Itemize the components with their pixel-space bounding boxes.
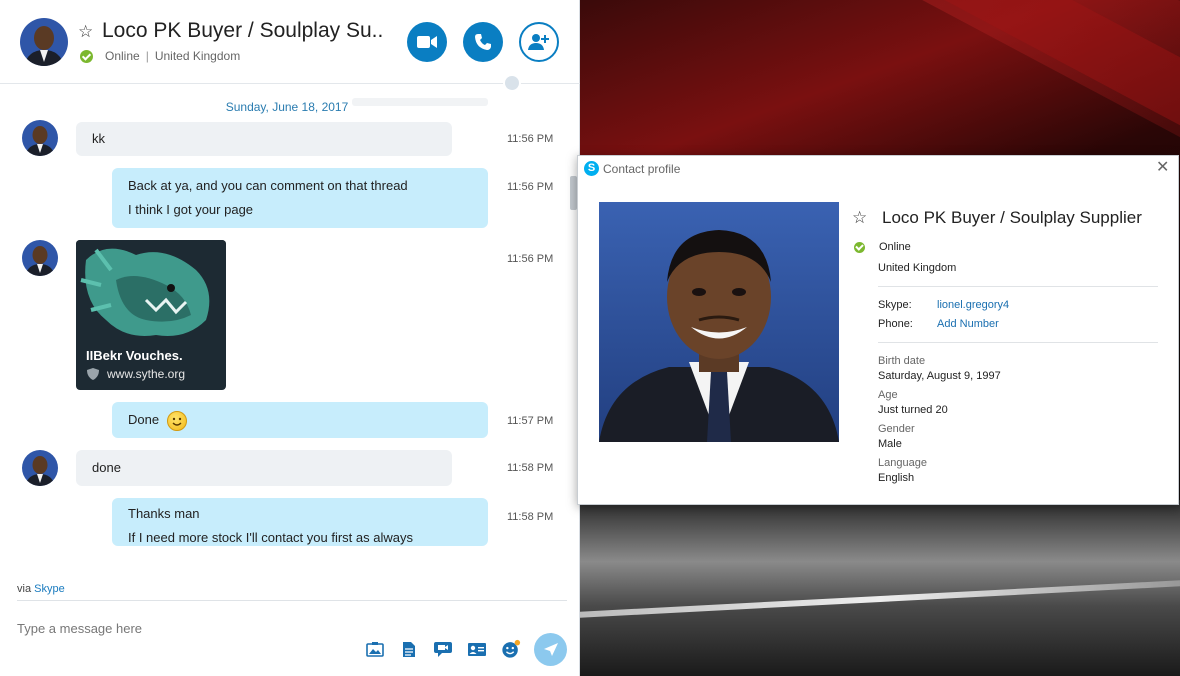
profile-photo — [599, 202, 839, 442]
message-bubble-incoming[interactable]: done — [76, 450, 452, 486]
voice-call-button[interactable] — [463, 22, 503, 62]
close-icon[interactable]: ✕ — [1156, 160, 1169, 176]
dragon-logo-image — [76, 240, 226, 350]
contact-name[interactable]: Loco PK Buyer / Soulplay Su... — [102, 19, 384, 43]
add-number-link[interactable]: Add Number — [937, 318, 999, 330]
chat-window: ☆ Loco PK Buyer / Soulplay Su... Online … — [0, 0, 580, 676]
message-text: Thanks man — [128, 506, 200, 521]
gender-value: Male — [878, 438, 902, 450]
scrollbar-thumb[interactable] — [570, 176, 577, 210]
add-people-icon — [528, 34, 549, 50]
profile-phone-row: Phone: Add Number — [878, 318, 999, 330]
link-card-site: www.sythe.org — [86, 367, 185, 381]
message-bubble-outgoing[interactable]: Back at ya, and you can comment on that … — [112, 168, 488, 228]
age-label: Age — [878, 389, 898, 401]
message-avatar — [22, 240, 58, 276]
status-text: Online — [105, 49, 140, 63]
profile-status: Online — [854, 241, 911, 253]
emoticon-icon — [502, 639, 521, 658]
globe-icon — [503, 74, 521, 92]
contact-status: Online | United Kingdom — [80, 49, 240, 63]
via-skype-link[interactable]: Skype — [34, 583, 65, 595]
link-card-url: www.sythe.org — [107, 367, 186, 381]
favorite-star-icon[interactable]: ☆ — [852, 208, 867, 228]
status-separator: | — [145, 49, 149, 63]
gender-label: Gender — [878, 423, 915, 435]
message-input[interactable] — [17, 618, 347, 638]
send-file-icon — [403, 641, 415, 657]
add-people-button[interactable] — [519, 22, 559, 62]
message-time: 11:58 PM — [507, 511, 554, 523]
send-photo-icon — [366, 642, 384, 657]
link-card-title: IIBekr Vouches. — [86, 348, 183, 363]
online-status-icon — [854, 241, 865, 253]
profile-skype-row: Skype: lionel.gregory4 — [878, 299, 1009, 311]
message-avatar — [22, 120, 58, 156]
message-bubble-incoming[interactable]: kk — [76, 122, 452, 156]
profile-status-text: Online — [879, 241, 911, 253]
profile-divider — [878, 286, 1158, 287]
message-text: Done — [128, 412, 160, 427]
send-photo-button[interactable] — [365, 640, 385, 658]
message-time: 11:57 PM — [507, 415, 554, 427]
message-text-wrapper: Done — [128, 408, 472, 432]
video-call-icon — [417, 36, 437, 48]
message-text: kk — [92, 131, 105, 146]
contact-avatar[interactable] — [20, 18, 68, 66]
smiley-emoji-icon — [166, 410, 187, 431]
profile-country: United Kingdom — [878, 262, 957, 274]
chat-header: ☆ Loco PK Buyer / Soulplay Su... Online … — [0, 0, 580, 92]
contact-card-button[interactable] — [467, 640, 487, 658]
date-separator: Sunday, June 18, 2017 — [225, 100, 349, 114]
send-file-button[interactable] — [399, 640, 419, 658]
message-avatar — [22, 450, 58, 486]
profile-divider — [878, 342, 1158, 343]
message-text: I think I got your page — [128, 202, 254, 217]
phone-label: Phone: — [878, 318, 913, 330]
online-status-icon — [80, 49, 93, 63]
dialog-titlebar[interactable]: S Contact profile ✕ — [578, 156, 1178, 182]
via-prefix: via — [17, 583, 32, 595]
shield-icon — [87, 368, 99, 380]
message-time: 11:56 PM — [507, 181, 554, 193]
via-label: via Skype — [17, 583, 65, 595]
language-value: English — [878, 472, 915, 484]
contact-card-icon — [468, 642, 486, 656]
emoticon-button[interactable] — [501, 639, 521, 658]
message-text: Back at ya, and you can comment on that … — [128, 178, 408, 193]
location-text: United Kingdom — [154, 49, 241, 63]
message-time: 11:56 PM — [507, 253, 554, 265]
message-time: 11:56 PM — [507, 133, 554, 145]
message-bubble-outgoing[interactable]: Done — [112, 402, 488, 438]
message-time: 11:58 PM — [507, 462, 554, 474]
favorite-star-icon[interactable]: ☆ — [78, 22, 93, 42]
profile-name: Loco PK Buyer / Soulplay Supplier — [882, 208, 1142, 227]
skype-label: Skype: — [878, 299, 912, 311]
message-text: done — [92, 460, 121, 475]
send-button[interactable] — [534, 633, 567, 666]
link-preview-card[interactable]: IIBekr Vouches. www.sythe.org — [76, 240, 226, 390]
message-text: If I need more stock I'll contact you fi… — [128, 530, 413, 545]
skype-id-value[interactable]: lionel.gregory4 — [937, 299, 1009, 311]
contact-profile-dialog: S Contact profile ✕ ☆ Loco PK Buyer / So… — [577, 155, 1179, 505]
skype-logo-icon: S — [584, 161, 599, 176]
voice-call-icon — [475, 34, 491, 50]
dialog-title: Contact profile — [603, 162, 681, 176]
compose-divider — [17, 600, 567, 601]
birth-date-value: Saturday, August 9, 1997 — [878, 370, 1001, 382]
language-label: Language — [878, 457, 927, 469]
video-call-button[interactable] — [407, 22, 447, 62]
send-icon — [543, 643, 558, 656]
birth-date-label: Birth date — [878, 355, 926, 367]
video-message-icon — [434, 641, 452, 657]
video-message-button[interactable] — [433, 640, 453, 658]
age-value: Just turned 20 — [878, 404, 948, 416]
message-bubble-outgoing[interactable]: Thanks man If I need more stock I'll con… — [112, 498, 488, 546]
